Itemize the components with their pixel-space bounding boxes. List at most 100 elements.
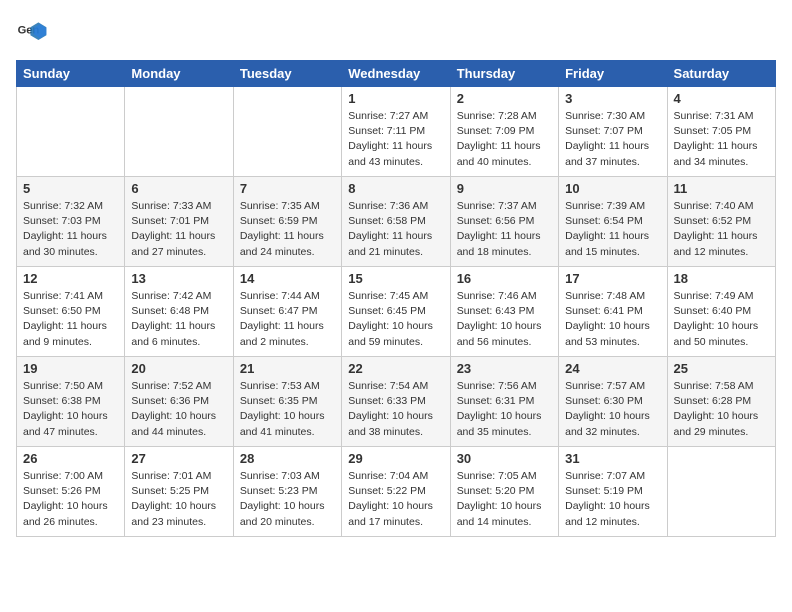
logo: Gen bbox=[16, 16, 52, 48]
day-info: Sunrise: 7:31 AM Sunset: 7:05 PM Dayligh… bbox=[674, 109, 769, 170]
page-header: Gen bbox=[16, 16, 776, 48]
calendar-cell: 25 Sunrise: 7:58 AM Sunset: 6:28 PM Dayli… bbox=[667, 357, 775, 447]
day-number: 17 bbox=[565, 271, 660, 286]
day-info: Sunrise: 7:00 AM Sunset: 5:26 PM Dayligh… bbox=[23, 469, 118, 530]
day-number: 21 bbox=[240, 361, 335, 376]
calendar-cell: 23 Sunrise: 7:56 AM Sunset: 6:31 PM Dayli… bbox=[450, 357, 558, 447]
day-info: Sunrise: 7:35 AM Sunset: 6:59 PM Dayligh… bbox=[240, 199, 335, 260]
day-number: 25 bbox=[674, 361, 769, 376]
day-info: Sunrise: 7:57 AM Sunset: 6:30 PM Dayligh… bbox=[565, 379, 660, 440]
calendar-cell: 2Sunrise: 7:28 AM Sunset: 7:09 PM Daylig… bbox=[450, 87, 558, 177]
day-number: 28 bbox=[240, 451, 335, 466]
day-number: 19 bbox=[23, 361, 118, 376]
calendar-cell: 22Sunrise: 7:54 AM Sunset: 6:33 PM Dayli… bbox=[342, 357, 450, 447]
calendar-cell: 6 Sunrise: 7:33 AM Sunset: 7:01 PM Daylig… bbox=[125, 177, 233, 267]
calendar-cell: 7Sunrise: 7:35 AM Sunset: 6:59 PM Daylig… bbox=[233, 177, 341, 267]
day-number: 9 bbox=[457, 181, 552, 196]
calendar-cell: 31 Sunrise: 7:07 AM Sunset: 5:19 PM Dayli… bbox=[559, 447, 667, 537]
week-row-2: 5Sunrise: 7:32 AM Sunset: 7:03 PM Daylig… bbox=[17, 177, 776, 267]
weekday-header-monday: Monday bbox=[125, 61, 233, 87]
calendar-cell: 26 Sunrise: 7:00 AM Sunset: 5:26 PM Dayli… bbox=[17, 447, 125, 537]
calendar-cell: 9 Sunrise: 7:37 AM Sunset: 6:56 PM Daylig… bbox=[450, 177, 558, 267]
calendar-cell: 18 Sunrise: 7:49 AM Sunset: 6:40 PM Dayli… bbox=[667, 267, 775, 357]
day-number: 23 bbox=[457, 361, 552, 376]
day-number: 10 bbox=[565, 181, 660, 196]
day-number: 29 bbox=[348, 451, 443, 466]
weekday-header-thursday: Thursday bbox=[450, 61, 558, 87]
calendar-cell: 21 Sunrise: 7:53 AM Sunset: 6:35 PM Dayli… bbox=[233, 357, 341, 447]
day-number: 18 bbox=[674, 271, 769, 286]
weekday-header-wednesday: Wednesday bbox=[342, 61, 450, 87]
day-info: Sunrise: 7:30 AM Sunset: 7:07 PM Dayligh… bbox=[565, 109, 660, 170]
calendar-cell: 30Sunrise: 7:05 AM Sunset: 5:20 PM Dayli… bbox=[450, 447, 558, 537]
calendar-cell: 3 Sunrise: 7:30 AM Sunset: 7:07 PM Daylig… bbox=[559, 87, 667, 177]
day-number: 26 bbox=[23, 451, 118, 466]
day-info: Sunrise: 7:40 AM Sunset: 6:52 PM Dayligh… bbox=[674, 199, 769, 260]
calendar-cell: 19 Sunrise: 7:50 AM Sunset: 6:38 PM Dayli… bbox=[17, 357, 125, 447]
day-number: 6 bbox=[131, 181, 226, 196]
day-number: 31 bbox=[565, 451, 660, 466]
week-row-4: 19 Sunrise: 7:50 AM Sunset: 6:38 PM Dayli… bbox=[17, 357, 776, 447]
day-info: Sunrise: 7:49 AM Sunset: 6:40 PM Dayligh… bbox=[674, 289, 769, 350]
weekday-header-sunday: Sunday bbox=[17, 61, 125, 87]
day-number: 14 bbox=[240, 271, 335, 286]
day-info: Sunrise: 7:50 AM Sunset: 6:38 PM Dayligh… bbox=[23, 379, 118, 440]
calendar-cell: 24 Sunrise: 7:57 AM Sunset: 6:30 PM Dayli… bbox=[559, 357, 667, 447]
calendar-cell: 13 Sunrise: 7:42 AM Sunset: 6:48 PM Dayli… bbox=[125, 267, 233, 357]
day-info: Sunrise: 7:56 AM Sunset: 6:31 PM Dayligh… bbox=[457, 379, 552, 440]
day-info: Sunrise: 7:53 AM Sunset: 6:35 PM Dayligh… bbox=[240, 379, 335, 440]
day-number: 15 bbox=[348, 271, 443, 286]
day-number: 4 bbox=[674, 91, 769, 106]
calendar-cell bbox=[17, 87, 125, 177]
calendar-cell: 10 Sunrise: 7:39 AM Sunset: 6:54 PM Dayli… bbox=[559, 177, 667, 267]
day-number: 3 bbox=[565, 91, 660, 106]
day-info: Sunrise: 7:37 AM Sunset: 6:56 PM Dayligh… bbox=[457, 199, 552, 260]
calendar-cell: 4 Sunrise: 7:31 AM Sunset: 7:05 PM Daylig… bbox=[667, 87, 775, 177]
calendar-cell bbox=[233, 87, 341, 177]
day-info: Sunrise: 7:52 AM Sunset: 6:36 PM Dayligh… bbox=[131, 379, 226, 440]
day-info: Sunrise: 7:41 AM Sunset: 6:50 PM Dayligh… bbox=[23, 289, 118, 350]
calendar-cell: 5Sunrise: 7:32 AM Sunset: 7:03 PM Daylig… bbox=[17, 177, 125, 267]
day-info: Sunrise: 7:44 AM Sunset: 6:47 PM Dayligh… bbox=[240, 289, 335, 350]
calendar-cell: 1 Sunrise: 7:27 AM Sunset: 7:11 PM Daylig… bbox=[342, 87, 450, 177]
calendar-cell: 20 Sunrise: 7:52 AM Sunset: 6:36 PM Dayli… bbox=[125, 357, 233, 447]
calendar-cell: 28Sunrise: 7:03 AM Sunset: 5:23 PM Dayli… bbox=[233, 447, 341, 537]
calendar-cell: 12Sunrise: 7:41 AM Sunset: 6:50 PM Dayli… bbox=[17, 267, 125, 357]
day-info: Sunrise: 7:36 AM Sunset: 6:58 PM Dayligh… bbox=[348, 199, 443, 260]
day-number: 27 bbox=[131, 451, 226, 466]
day-info: Sunrise: 7:05 AM Sunset: 5:20 PM Dayligh… bbox=[457, 469, 552, 530]
calendar-cell bbox=[667, 447, 775, 537]
calendar-cell: 8 Sunrise: 7:36 AM Sunset: 6:58 PM Daylig… bbox=[342, 177, 450, 267]
day-info: Sunrise: 7:07 AM Sunset: 5:19 PM Dayligh… bbox=[565, 469, 660, 530]
day-info: Sunrise: 7:58 AM Sunset: 6:28 PM Dayligh… bbox=[674, 379, 769, 440]
day-info: Sunrise: 7:27 AM Sunset: 7:11 PM Dayligh… bbox=[348, 109, 443, 170]
day-info: Sunrise: 7:46 AM Sunset: 6:43 PM Dayligh… bbox=[457, 289, 552, 350]
calendar-cell bbox=[125, 87, 233, 177]
day-info: Sunrise: 7:42 AM Sunset: 6:48 PM Dayligh… bbox=[131, 289, 226, 350]
day-info: Sunrise: 7:39 AM Sunset: 6:54 PM Dayligh… bbox=[565, 199, 660, 260]
day-info: Sunrise: 7:01 AM Sunset: 5:25 PM Dayligh… bbox=[131, 469, 226, 530]
day-number: 11 bbox=[674, 181, 769, 196]
weekday-header-saturday: Saturday bbox=[667, 61, 775, 87]
day-info: Sunrise: 7:45 AM Sunset: 6:45 PM Dayligh… bbox=[348, 289, 443, 350]
weekday-header-row: SundayMondayTuesdayWednesdayThursdayFrid… bbox=[17, 61, 776, 87]
day-number: 8 bbox=[348, 181, 443, 196]
day-info: Sunrise: 7:04 AM Sunset: 5:22 PM Dayligh… bbox=[348, 469, 443, 530]
weekday-header-tuesday: Tuesday bbox=[233, 61, 341, 87]
day-info: Sunrise: 7:54 AM Sunset: 6:33 PM Dayligh… bbox=[348, 379, 443, 440]
calendar-cell: 15 Sunrise: 7:45 AM Sunset: 6:45 PM Dayli… bbox=[342, 267, 450, 357]
day-number: 24 bbox=[565, 361, 660, 376]
day-number: 20 bbox=[131, 361, 226, 376]
day-number: 1 bbox=[348, 91, 443, 106]
day-info: Sunrise: 7:33 AM Sunset: 7:01 PM Dayligh… bbox=[131, 199, 226, 260]
calendar-cell: 14 Sunrise: 7:44 AM Sunset: 6:47 PM Dayli… bbox=[233, 267, 341, 357]
week-row-5: 26 Sunrise: 7:00 AM Sunset: 5:26 PM Dayli… bbox=[17, 447, 776, 537]
day-info: Sunrise: 7:48 AM Sunset: 6:41 PM Dayligh… bbox=[565, 289, 660, 350]
calendar-cell: 11 Sunrise: 7:40 AM Sunset: 6:52 PM Dayli… bbox=[667, 177, 775, 267]
calendar-table: SundayMondayTuesdayWednesdayThursdayFrid… bbox=[16, 60, 776, 537]
weekday-header-friday: Friday bbox=[559, 61, 667, 87]
calendar-cell: 29 Sunrise: 7:04 AM Sunset: 5:22 PM Dayli… bbox=[342, 447, 450, 537]
calendar-cell: 16Sunrise: 7:46 AM Sunset: 6:43 PM Dayli… bbox=[450, 267, 558, 357]
day-info: Sunrise: 7:28 AM Sunset: 7:09 PM Dayligh… bbox=[457, 109, 552, 170]
day-number: 13 bbox=[131, 271, 226, 286]
